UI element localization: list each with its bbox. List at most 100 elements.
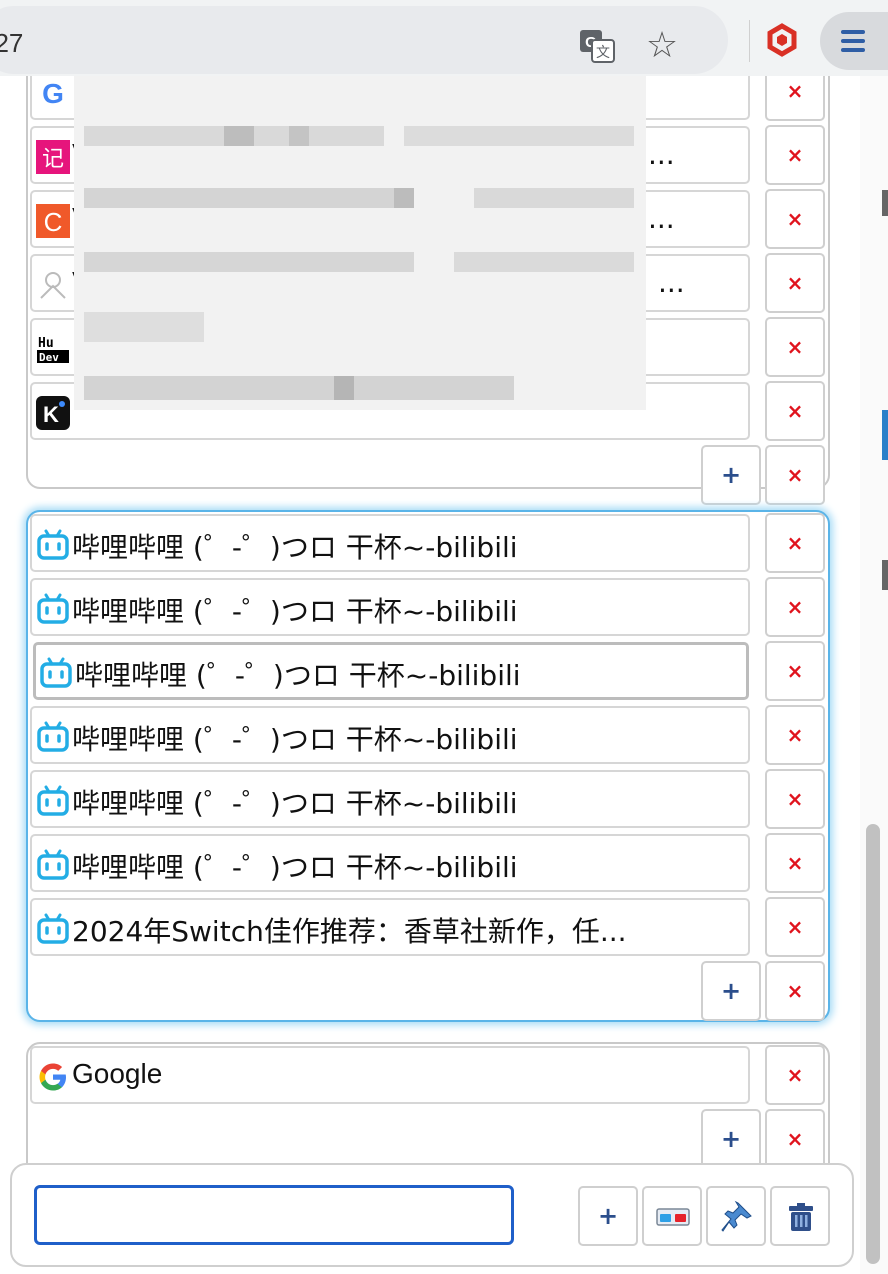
bilibili-icon (37, 849, 69, 880)
k-logo-icon: K (36, 396, 70, 430)
svg-text:Hu: Hu (38, 336, 54, 351)
close-x-icon: × (786, 979, 804, 1003)
google-icon (39, 1063, 66, 1091)
tab-item[interactable]: 哔哩哔哩 (゜-゜)つロ 干杯~-bilibili (30, 578, 750, 636)
tab-title: 哔哩哔哩 (゜-゜)つロ 干杯~-bilibili (72, 851, 518, 884)
extension-menu-button[interactable] (820, 12, 888, 70)
close-x-icon: × (786, 399, 804, 423)
close-group-button[interactable]: × (765, 961, 825, 1021)
close-x-icon: × (786, 1127, 804, 1151)
svg-text:记: 记 (42, 147, 64, 172)
translate-icon[interactable]: G 文 (578, 28, 616, 64)
tab-groups-list[interactable]: G × 记 V ... × C V ... × V ... × HuDev × … (0, 76, 865, 1274)
tab-item[interactable]: Google (30, 1046, 750, 1104)
close-tab-button[interactable]: × (765, 381, 825, 441)
tab-group: Google × + × (26, 1042, 830, 1182)
close-group-button[interactable]: × (765, 1109, 825, 1169)
add-tab-button[interactable]: + (701, 445, 761, 505)
close-tab-button[interactable]: × (765, 125, 825, 185)
svg-text:C: C (44, 207, 63, 237)
close-tab-button[interactable]: × (765, 641, 825, 701)
bottom-toolbar: + (10, 1163, 854, 1267)
address-text[interactable]: e27 (0, 28, 23, 59)
add-group-button[interactable]: + (578, 1186, 638, 1246)
search-input[interactable] (34, 1185, 514, 1245)
close-x-icon: × (786, 79, 804, 103)
bilibili-icon (37, 913, 69, 944)
add-tab-button[interactable]: + (701, 1109, 761, 1169)
close-x-icon: × (786, 723, 804, 747)
google-icon: G (42, 78, 64, 109)
bilibili-icon (40, 657, 72, 688)
tab-title-ellipsis: ... (648, 138, 675, 171)
tab-item[interactable]: 哔哩哔哩 (゜-゜)つロ 干杯~-bilibili (30, 834, 750, 892)
svg-text:Dev: Dev (39, 351, 59, 364)
add-tab-button[interactable]: + (701, 961, 761, 1021)
browser-toolbar: e27 G 文 ☆ (0, 0, 888, 76)
tab-item[interactable]: 哔哩哔哩 (゜-゜)つロ 干杯~-bilibili (30, 514, 750, 572)
tab-item[interactable]: 哔哩哔哩 (゜-゜)つロ 干杯~-bilibili (30, 770, 750, 828)
tab-title: Google (72, 1058, 163, 1089)
tab-title-ellipsis: ... (658, 266, 685, 299)
close-x-icon: × (786, 851, 804, 875)
close-tab-button[interactable]: × (765, 76, 825, 121)
close-x-icon: × (786, 271, 804, 295)
tab-title: 哔哩哔哩 (゜-゜)つロ 干杯~-bilibili (72, 531, 518, 564)
close-x-icon: × (786, 207, 804, 231)
address-bar[interactable]: e27 G 文 ☆ (0, 6, 728, 74)
pin-button[interactable] (706, 1186, 766, 1246)
tab-item-focused[interactable]: 哔哩哔哩 (゜-゜)つロ 干杯~-bilibili (33, 642, 749, 700)
close-x-icon: × (786, 335, 804, 359)
redacted-area (74, 76, 646, 410)
gray-logo-icon (40, 272, 66, 299)
tab-title: 哔哩哔哩 (゜-゜)つロ 干杯~-bilibili (75, 659, 521, 692)
pin-icon (721, 1200, 752, 1232)
svg-text:G: G (42, 78, 64, 109)
bookmark-star-icon[interactable]: ☆ (642, 26, 682, 66)
tab-title: 2024年Switch佳作推荐：香草社新作，任... (72, 915, 627, 948)
close-x-icon: × (786, 143, 804, 167)
bilibili-icon (37, 785, 69, 816)
close-x-icon: × (786, 595, 804, 619)
close-group-button[interactable]: × (765, 445, 825, 505)
tab-item[interactable]: 哔哩哔哩 (゜-゜)つロ 干杯~-bilibili (30, 706, 750, 764)
close-x-icon: × (786, 915, 804, 939)
close-x-icon: × (786, 531, 804, 555)
scrollbar-thumb[interactable] (866, 824, 880, 1264)
tab-title-ellipsis: ... (648, 202, 675, 235)
extension-icon[interactable] (756, 14, 808, 66)
close-x-icon: × (786, 1063, 804, 1087)
close-tab-button[interactable]: × (765, 769, 825, 829)
pink-logo-icon: 记 (36, 140, 70, 174)
close-tab-button[interactable]: × (765, 897, 825, 957)
page-edge-mark (882, 190, 888, 216)
svg-text:文: 文 (596, 45, 610, 61)
trash-icon (789, 1203, 813, 1231)
close-x-icon: × (786, 463, 804, 487)
tab-title: 哔哩哔哩 (゜-゜)つロ 干杯~-bilibili (72, 723, 518, 756)
close-tab-button[interactable]: × (765, 513, 825, 573)
plus-icon: + (720, 461, 742, 489)
3d-glasses-button[interactable] (642, 1186, 702, 1246)
close-tab-button[interactable]: × (765, 833, 825, 893)
menu-icon-bar (841, 39, 865, 43)
close-tab-button[interactable]: × (765, 253, 825, 313)
tab-group-active: 哔哩哔哩 (゜-゜)つロ 干杯~-bilibili × 哔哩哔哩 (゜-゜)つロ… (26, 510, 830, 1022)
delete-all-button[interactable] (770, 1186, 830, 1246)
menu-icon (841, 30, 865, 34)
tab-title: 哔哩哔哩 (゜-゜)つロ 干杯~-bilibili (72, 787, 518, 820)
menu-icon-bar (841, 48, 865, 52)
plus-icon: + (720, 1125, 742, 1153)
3d-glasses-icon (656, 1208, 690, 1226)
plus-icon: + (597, 1202, 619, 1230)
close-tab-button[interactable]: × (765, 189, 825, 249)
orange-c-icon: C (36, 204, 70, 238)
tab-item[interactable]: 2024年Switch佳作推荐：香草社新作，任... (30, 898, 750, 956)
close-tab-button[interactable]: × (765, 317, 825, 377)
page-edge-mark (882, 560, 888, 590)
close-tab-button[interactable]: × (765, 1045, 825, 1105)
close-tab-button[interactable]: × (765, 705, 825, 765)
hudev-icon: HuDev (37, 336, 69, 364)
bilibili-icon (37, 593, 69, 624)
close-tab-button[interactable]: × (765, 577, 825, 637)
